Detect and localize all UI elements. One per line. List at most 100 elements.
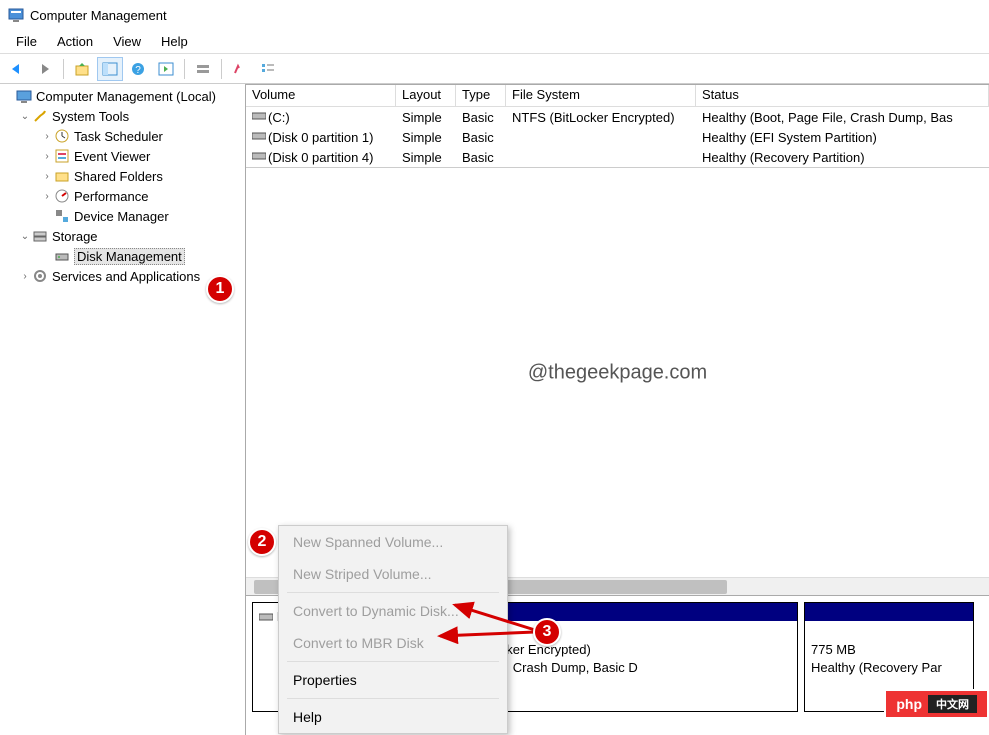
menubar: File Action View Help [0, 30, 989, 54]
tree-label: System Tools [52, 109, 129, 124]
menu-convert-dynamic[interactable]: Convert to Dynamic Disk... [279, 595, 507, 627]
expander-icon[interactable]: › [40, 171, 54, 182]
help-button[interactable]: ? [125, 57, 151, 81]
forward-button[interactable] [32, 57, 58, 81]
tree-label: Services and Applications [52, 269, 200, 284]
cell-fs: NTFS (BitLocker Encrypted) [506, 109, 696, 126]
tree-label: Disk Management [74, 248, 185, 265]
menu-separator [287, 592, 499, 593]
table-row[interactable]: (C:) Simple Basic NTFS (BitLocker Encryp… [246, 107, 989, 127]
toolbar: ? [0, 54, 989, 84]
computer-icon [16, 88, 32, 104]
partition-size: 775 MB [811, 641, 967, 659]
volume-table: Volume Layout Type File System Status (C… [246, 85, 989, 168]
window-title: Computer Management [30, 8, 167, 23]
tree-disk-management[interactable]: Disk Management [0, 246, 245, 266]
performance-icon [54, 188, 70, 204]
tree-pane: Computer Management (Local) ⌄ System Too… [0, 84, 246, 735]
show-hide-tree-button[interactable] [97, 57, 123, 81]
menu-action[interactable]: Action [47, 32, 103, 51]
svg-text:?: ? [135, 65, 141, 76]
event-viewer-icon [54, 148, 70, 164]
tree-system-tools[interactable]: ⌄ System Tools [0, 106, 245, 126]
expander-icon[interactable]: › [40, 191, 54, 202]
tools-icon [32, 108, 48, 124]
menu-view[interactable]: View [103, 32, 151, 51]
disk-icon [259, 611, 273, 623]
cell-status: Healthy (EFI System Partition) [696, 129, 989, 146]
list-button[interactable] [255, 57, 281, 81]
app-icon [8, 7, 24, 23]
tree-label: Shared Folders [74, 169, 163, 184]
cell-type: Basic [456, 129, 506, 146]
middle-area: @thegeekpage.com [246, 168, 989, 577]
tree-label: Performance [74, 189, 148, 204]
up-button[interactable] [69, 57, 95, 81]
expander-icon[interactable]: › [18, 271, 32, 282]
expander-icon[interactable]: › [40, 151, 54, 162]
tree-device-manager[interactable]: Device Manager [0, 206, 245, 226]
expander-icon[interactable]: ⌄ [18, 231, 32, 242]
badge-dark: 中文网 [928, 695, 977, 713]
cell-fs [506, 136, 696, 138]
tree-event-viewer[interactable]: › Event Viewer [0, 146, 245, 166]
tree-label: Computer Management (Local) [36, 89, 216, 104]
cell-volume: (Disk 0 partition 4) [268, 150, 373, 165]
cell-volume: (C:) [268, 110, 290, 125]
menu-separator [287, 698, 499, 699]
settings-button[interactable] [227, 57, 253, 81]
back-button[interactable] [4, 57, 30, 81]
tree-task-scheduler[interactable]: › Task Scheduler [0, 126, 245, 146]
cell-layout: Simple [396, 149, 456, 166]
menu-properties[interactable]: Properties [279, 664, 507, 696]
disk-management-icon [54, 248, 70, 264]
col-type[interactable]: Type [456, 85, 506, 106]
menu-new-striped: New Striped Volume... [279, 558, 507, 590]
cell-type: Basic [456, 149, 506, 166]
col-volume[interactable]: Volume [246, 85, 396, 106]
tree-root[interactable]: Computer Management (Local) [0, 86, 245, 106]
annotation-callout-3: 3 [533, 618, 561, 646]
expander-icon[interactable]: ⌄ [18, 111, 32, 122]
table-header: Volume Layout Type File System Status [246, 85, 989, 107]
services-icon [32, 268, 48, 284]
tree-performance[interactable]: › Performance [0, 186, 245, 206]
table-row[interactable]: (Disk 0 partition 4) Simple Basic Health… [246, 147, 989, 167]
tree-label: Device Manager [74, 209, 169, 224]
tree-label: Storage [52, 229, 98, 244]
menu-help[interactable]: Help [279, 701, 507, 733]
disk-icon [252, 110, 266, 122]
tree-storage[interactable]: ⌄ Storage [0, 226, 245, 246]
expander-icon[interactable]: › [40, 131, 54, 142]
table-row[interactable]: (Disk 0 partition 1) Simple Basic Health… [246, 127, 989, 147]
cell-status: Healthy (Recovery Partition) [696, 149, 989, 166]
annotation-callout-2: 2 [248, 528, 276, 556]
col-status[interactable]: Status [696, 85, 989, 106]
toolbar-separator [221, 59, 222, 79]
watermark-text: @thegeekpage.com [528, 361, 707, 384]
menu-file[interactable]: File [6, 32, 47, 51]
refresh-button[interactable] [153, 57, 179, 81]
tree-shared-folders[interactable]: › Shared Folders [0, 166, 245, 186]
disk-icon [252, 150, 266, 162]
col-layout[interactable]: Layout [396, 85, 456, 106]
disk-icon [252, 130, 266, 142]
menu-convert-mbr[interactable]: Convert to MBR Disk [279, 627, 507, 659]
storage-icon [32, 228, 48, 244]
menu-help[interactable]: Help [151, 32, 198, 51]
cell-status: Healthy (Boot, Page File, Crash Dump, Ba… [696, 109, 989, 126]
cell-fs [506, 156, 696, 158]
tree-label: Task Scheduler [74, 129, 163, 144]
toolbar-separator [184, 59, 185, 79]
action-button[interactable] [190, 57, 216, 81]
titlebar: Computer Management [0, 0, 989, 30]
partition-status: Healthy (Recovery Par [811, 659, 967, 677]
menu-new-spanned: New Spanned Volume... [279, 526, 507, 558]
col-file-system[interactable]: File System [506, 85, 696, 106]
clock-icon [54, 128, 70, 144]
partition-color-bar [805, 603, 973, 621]
tree-label: Event Viewer [74, 149, 150, 164]
shared-folders-icon [54, 168, 70, 184]
cell-layout: Simple [396, 129, 456, 146]
toolbar-separator [63, 59, 64, 79]
